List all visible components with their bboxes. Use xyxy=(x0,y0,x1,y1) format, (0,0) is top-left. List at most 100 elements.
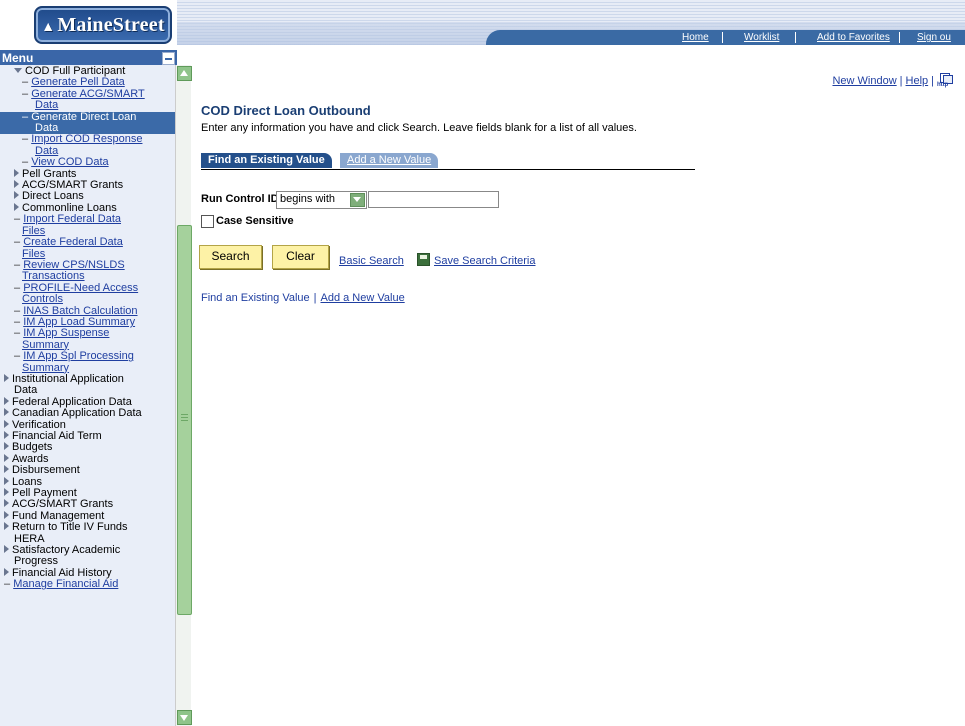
chevron-down-icon[interactable] xyxy=(350,193,365,207)
menu-dash: – xyxy=(22,156,32,169)
collapsed-triangle-icon[interactable] xyxy=(4,373,9,382)
home-link[interactable]: Home xyxy=(682,32,709,43)
collapsed-triangle-icon[interactable] xyxy=(4,488,9,497)
menu-item[interactable]: – Manage Financial Aid xyxy=(0,579,175,590)
menu-item-label: Return to Title IV Funds xyxy=(12,521,128,534)
collapsed-triangle-icon[interactable] xyxy=(4,510,9,519)
menu-item-label: Transactions xyxy=(22,270,85,283)
menu-item-label: Budgets xyxy=(12,441,53,454)
menu-item-label: Import COD Response xyxy=(31,133,143,146)
tab-find-existing[interactable]: Find an Existing Value xyxy=(201,153,332,168)
menu-dash: – xyxy=(14,315,24,328)
menu-item-label: Disbursement xyxy=(12,464,80,477)
menu-item-label: Data xyxy=(14,384,38,397)
add-to-favorites-link[interactable]: Add to Favorites xyxy=(817,32,890,43)
operator-select[interactable]: begins with xyxy=(276,191,367,209)
menu-item-label: Pell Payment xyxy=(12,487,77,500)
collapsed-triangle-icon[interactable] xyxy=(4,465,9,474)
collapsed-triangle-icon[interactable] xyxy=(4,545,9,554)
menu-dash: – xyxy=(4,578,14,591)
menu-item-label: ACG/SMART Grants xyxy=(22,179,124,192)
basic-search-link[interactable]: Basic Search xyxy=(339,255,404,267)
menu-item[interactable]: – Generate ACG/SMART xyxy=(0,87,175,100)
menu-dash: – xyxy=(14,213,24,226)
collapsed-triangle-icon[interactable] xyxy=(4,396,9,405)
http-icon-text: http xyxy=(937,82,949,88)
menu-scrollbar[interactable] xyxy=(175,65,192,726)
menu-item-label: Summary xyxy=(22,361,70,374)
scroll-up-icon[interactable] xyxy=(177,66,192,81)
menu-collapse-icon[interactable] xyxy=(162,52,175,65)
logo-label: MaineStreet xyxy=(57,14,165,36)
collapsed-triangle-icon[interactable] xyxy=(4,453,9,462)
scroll-down-icon[interactable] xyxy=(177,710,192,725)
logo-text: ▲ MaineStreet xyxy=(36,14,170,37)
menu-item-label: Financial Aid History xyxy=(12,566,112,579)
menu-item-label: PROFILE-Need Access xyxy=(23,281,139,294)
collapsed-triangle-icon[interactable] xyxy=(4,419,9,428)
help-link[interactable]: Help xyxy=(906,75,929,87)
search-tabs: Find an Existing Value Add a New Value xyxy=(201,153,695,170)
save-disk-icon[interactable] xyxy=(417,253,430,266)
bottom-separator: | xyxy=(313,292,317,304)
add-new-value-link[interactable]: Add a New Value xyxy=(321,292,405,304)
worklist-link[interactable]: Worklist xyxy=(744,32,779,43)
menu-item-label: Pell Grants xyxy=(22,167,77,180)
clear-button[interactable]: Clear xyxy=(272,245,329,269)
menu-item-label: Verification xyxy=(12,418,66,431)
sign-out-link[interactable]: Sign ou xyxy=(917,32,951,43)
menu-item-label: IM App Spl Processing xyxy=(23,350,134,363)
menu-item-label: Direct Loans xyxy=(22,190,84,203)
menu-item-label: Loans xyxy=(12,475,42,488)
collapsed-triangle-icon[interactable] xyxy=(4,476,9,485)
logo-area: ▲ MaineStreet xyxy=(0,0,177,50)
http-link-icon[interactable]: http xyxy=(937,73,953,88)
save-search-criteria-link[interactable]: Save Search Criteria xyxy=(434,255,536,267)
new-window-link[interactable]: New Window xyxy=(832,75,896,87)
collapsed-triangle-icon[interactable] xyxy=(14,180,19,189)
menu-item[interactable]: – Generate Direct Loan xyxy=(0,111,175,124)
collapsed-triangle-icon[interactable] xyxy=(4,442,9,451)
menu-item-label: COD Full Participant xyxy=(25,65,126,77)
menu-item-label: Fund Management xyxy=(12,509,105,522)
menu-item-label: Commonline Loans xyxy=(22,201,117,214)
menu-item-label: Financial Aid Term xyxy=(12,430,102,442)
bottom-links: Find an Existing Value | Add a New Value xyxy=(201,292,405,304)
grip-icon xyxy=(181,414,188,415)
expanded-triangle-icon[interactable] xyxy=(14,68,22,73)
menu-item-label: Review CPS/NSLDS xyxy=(23,258,125,271)
menu-item-label: Data xyxy=(35,144,59,157)
menu-item-label: Generate ACG/SMART xyxy=(31,87,145,100)
menu-dash: – xyxy=(14,327,24,340)
mainestreet-logo[interactable]: ▲ MaineStreet xyxy=(34,6,172,44)
util-separator: | xyxy=(931,75,934,87)
scroll-thumb[interactable] xyxy=(177,225,192,615)
collapsed-triangle-icon[interactable] xyxy=(4,567,9,576)
menu-item-label: Summary xyxy=(22,338,70,351)
menu-item-label: HERA xyxy=(14,532,45,545)
run-control-input[interactable] xyxy=(368,191,499,208)
nav-divider xyxy=(722,32,723,43)
menu-item-label: View COD Data xyxy=(31,156,109,169)
menu-item-label: INAS Batch Calculation xyxy=(23,304,138,317)
collapsed-triangle-icon[interactable] xyxy=(14,168,19,177)
menu-item[interactable]: – Import COD Response xyxy=(0,134,175,145)
collapsed-triangle-icon[interactable] xyxy=(4,431,9,439)
menu-item-label: Generate Pell Data xyxy=(31,76,125,89)
search-button[interactable]: Search xyxy=(199,245,262,269)
collapsed-triangle-icon[interactable] xyxy=(4,499,9,508)
tab-add-new[interactable]: Add a New Value xyxy=(340,153,439,168)
menu-item-label: Awards xyxy=(12,452,49,465)
collapsed-triangle-icon[interactable] xyxy=(14,202,19,211)
run-control-label: Run Control ID: xyxy=(201,193,283,205)
util-separator: | xyxy=(899,75,903,87)
top-nav-bar: Home Worklist Add to Favorites Sign ou xyxy=(486,30,965,45)
collapsed-triangle-icon[interactable] xyxy=(14,191,19,200)
menu-panel: COD Full Participant – Generate Pell Data… xyxy=(0,65,175,726)
collapsed-triangle-icon[interactable] xyxy=(4,408,9,417)
menu-item-label: Controls xyxy=(22,293,63,306)
case-sensitive-checkbox[interactable] xyxy=(201,215,214,228)
collapsed-triangle-icon[interactable] xyxy=(4,522,9,531)
menu-item-label: Files xyxy=(22,224,46,237)
menu-item-label: Progress xyxy=(14,555,59,568)
